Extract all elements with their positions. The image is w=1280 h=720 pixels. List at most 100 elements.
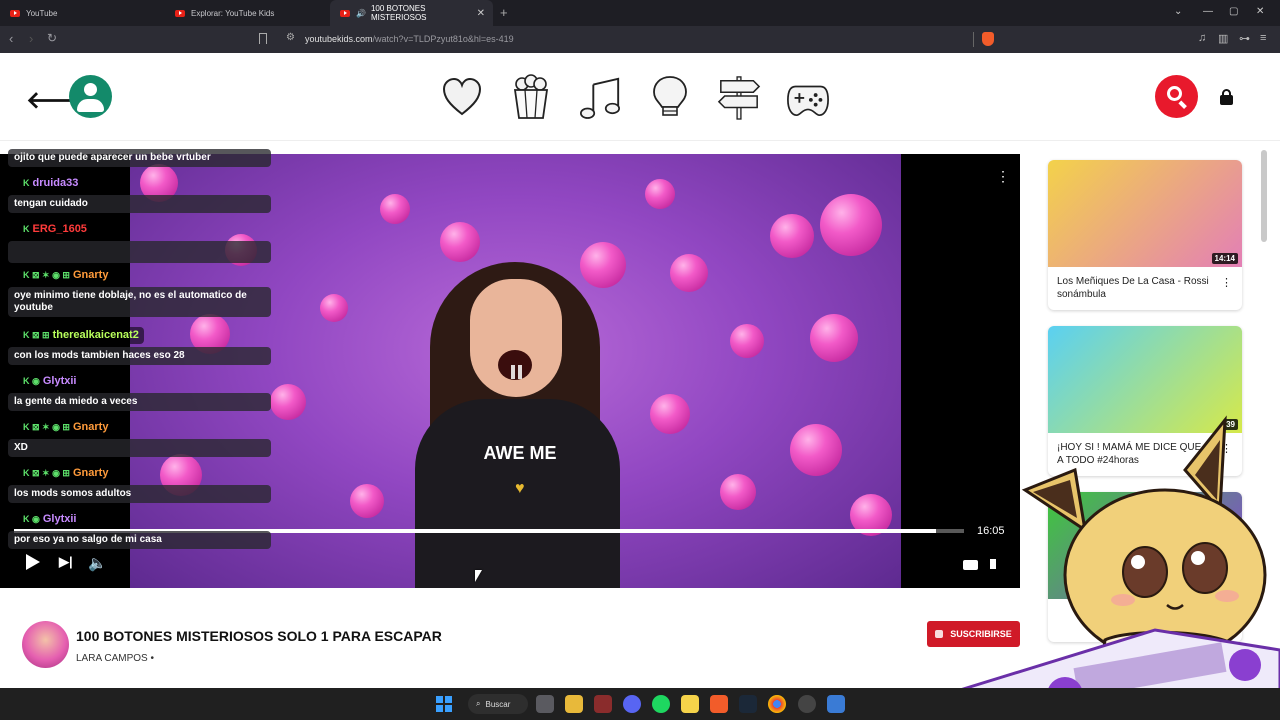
- gamepad-icon[interactable]: [786, 73, 830, 121]
- duration-badge: 39: [1223, 419, 1238, 430]
- discord-icon[interactable]: [623, 695, 641, 713]
- video-card-title[interactable]: Los Meñiques De La Casa - Rossi sonámbul…: [1057, 275, 1217, 301]
- pink-ball: [670, 254, 708, 292]
- captions-icon[interactable]: [963, 560, 978, 570]
- youtube-logo-icon: [175, 9, 185, 17]
- new-tab-button[interactable]: +: [500, 5, 508, 20]
- search-icon: [1167, 86, 1182, 101]
- music-icon[interactable]: [578, 73, 622, 121]
- recommended-video-card[interactable]: 8 ⋮: [1048, 492, 1242, 642]
- more-options-icon[interactable]: ⋮: [1221, 276, 1232, 289]
- chat-badges: K ◉: [23, 514, 40, 524]
- forward-nav-icon[interactable]: ›: [29, 31, 33, 46]
- address-bar: ‹ › ↻ ⚙ youtubekids.com/watch?v=TLDPzyut…: [0, 26, 1280, 53]
- minimize-icon[interactable]: —: [1203, 6, 1213, 17]
- heart-icon[interactable]: [440, 73, 484, 121]
- tab-list-icon[interactable]: ⌄: [1174, 6, 1182, 17]
- more-options-icon[interactable]: ⋮: [1221, 442, 1232, 455]
- chat-username[interactable]: K ⊠ ⊞ therealkaicenat2: [18, 327, 144, 344]
- chat-badges: K: [23, 224, 30, 234]
- shirt-heart-icon: ♥: [515, 480, 525, 497]
- brave-browser-icon[interactable]: [710, 695, 728, 713]
- sticky-notes-icon[interactable]: [681, 695, 699, 713]
- more-options-icon[interactable]: ⋮: [996, 168, 1010, 185]
- app-icon[interactable]: [827, 695, 845, 713]
- pink-ball: [790, 424, 842, 476]
- windows-start-icon[interactable]: [436, 696, 452, 712]
- chat-username[interactable]: K ⊠ ✶ ◉ ⊞ Gnarty: [18, 419, 114, 436]
- spotify-icon[interactable]: [652, 695, 670, 713]
- channel-avatar[interactable]: [22, 621, 69, 668]
- task-view-icon[interactable]: [536, 695, 554, 713]
- next-icon[interactable]: ▶|: [59, 554, 73, 570]
- chat-username[interactable]: K ERG_1605: [18, 221, 92, 238]
- chat-username[interactable]: Kdruida33: [18, 175, 84, 192]
- menu-icon[interactable]: ≡: [1260, 32, 1266, 44]
- url-domain: youtubekids.com: [305, 34, 373, 44]
- volume-icon[interactable]: 🔈: [88, 554, 107, 572]
- file-explorer-icon[interactable]: [565, 695, 583, 713]
- site-settings-icon[interactable]: ⚙: [286, 32, 295, 43]
- chat-username[interactable]: K ⊠ ✶ ◉ ⊞ Gnarty: [18, 465, 114, 482]
- tab-youtube[interactable]: YouTube: [0, 0, 170, 26]
- pink-ball: [380, 194, 410, 224]
- profile-head: [84, 83, 97, 96]
- tab-title: YouTube: [26, 8, 58, 18]
- channel-name[interactable]: LARA CAMPOS •: [76, 653, 154, 664]
- subscribe-label: SUSCRIBIRSE: [950, 629, 1012, 639]
- chat-username-text: Glytxii: [42, 513, 77, 525]
- taskbar-search[interactable]: ⌕ Buscar: [468, 694, 528, 714]
- pink-ball: [645, 179, 675, 209]
- chrome-icon[interactable]: [768, 695, 786, 713]
- lightbulb-icon[interactable]: [648, 73, 692, 121]
- popcorn-icon[interactable]: [509, 73, 553, 121]
- video-thumbnail[interactable]: 39: [1048, 326, 1242, 433]
- recommended-video-card[interactable]: 14:14 Los Meñiques De La Casa - Rossi son…: [1048, 160, 1242, 310]
- lock-icon[interactable]: [1220, 89, 1233, 105]
- obs-icon[interactable]: [798, 695, 816, 713]
- profile-avatar[interactable]: [69, 75, 112, 118]
- sidebar-toggle-icon[interactable]: ▥: [1218, 32, 1228, 45]
- chat-username-text: Glytxii: [42, 375, 77, 387]
- tab-current-video[interactable]: 🔊 100 BOTONES MISTERIOSOS ✕: [330, 0, 493, 26]
- brave-shield-icon[interactable]: [982, 32, 994, 46]
- chat-message-text: por eso ya no salgo de mi casa: [8, 531, 271, 549]
- pause-icon[interactable]: [510, 365, 524, 381]
- recommended-video-card[interactable]: 39 ¡HOY SI ! MAMÁ ME DICE QUE SI A TODO #…: [1048, 326, 1242, 476]
- video-card-title[interactable]: ¡HOY SI ! MAMÁ ME DICE QUE SI A TODO #24…: [1057, 441, 1217, 467]
- play-icon[interactable]: [26, 554, 40, 570]
- chat-username[interactable]: K ◉ Glytxii: [18, 511, 82, 528]
- maximize-icon[interactable]: ▢: [1229, 6, 1238, 17]
- pink-ball: [820, 194, 882, 256]
- back-nav-icon[interactable]: ‹: [9, 31, 13, 46]
- chat-username[interactable]: K ◉ Glytxii: [18, 373, 82, 390]
- app-icon[interactable]: [594, 695, 612, 713]
- chat-message-text: tengan cuidado: [8, 195, 271, 213]
- youtube-logo-icon: [10, 9, 20, 17]
- chat-username-text: Gnarty: [72, 269, 109, 281]
- bookmark-icon[interactable]: [259, 33, 267, 44]
- media-icon[interactable]: ♫: [1198, 32, 1206, 44]
- pink-ball: [270, 384, 306, 420]
- search-button[interactable]: [1155, 75, 1198, 118]
- url-field[interactable]: youtubekids.com/watch?v=TLDPzyut81o&hl=e…: [305, 34, 514, 44]
- fullscreen-icon[interactable]: [990, 559, 996, 569]
- wallet-icon[interactable]: ⊶: [1239, 32, 1250, 45]
- tab-title: 100 BOTONES MISTERIOSOS: [370, 4, 427, 22]
- close-tab-icon[interactable]: ✕: [477, 8, 485, 19]
- video-thumbnail[interactable]: 8: [1048, 492, 1242, 599]
- chat-message-text: la gente da miedo a veces: [8, 393, 271, 411]
- subscribe-button[interactable]: SUSCRIBIRSE: [927, 621, 1020, 647]
- url-path: /watch?v=TLDPzyut81o&hl=es-419: [372, 34, 514, 44]
- steam-icon[interactable]: [739, 695, 757, 713]
- video-info: 100 BOTONES MISTERIOSOS SOLO 1 PARA ESCA…: [0, 600, 1030, 688]
- tab-explorar-kids[interactable]: Explorar: YouTube Kids: [165, 0, 335, 26]
- more-options-icon[interactable]: ⋮: [1221, 608, 1232, 621]
- chat-username[interactable]: K ⊠ ✶ ◉ ⊞ Gnarty: [18, 267, 114, 284]
- signpost-icon[interactable]: [717, 73, 761, 121]
- profile-body: [77, 99, 104, 112]
- reload-icon[interactable]: ↻: [47, 31, 57, 45]
- video-thumbnail[interactable]: 14:14: [1048, 160, 1242, 267]
- close-window-icon[interactable]: ✕: [1256, 6, 1264, 17]
- scrollbar[interactable]: [1261, 150, 1267, 242]
